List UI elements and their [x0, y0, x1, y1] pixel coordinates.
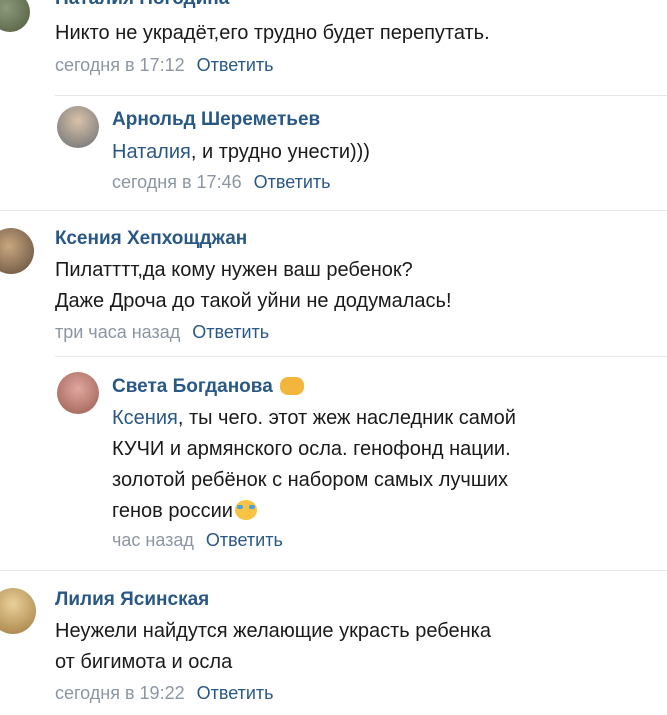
- avatar[interactable]: [57, 372, 99, 414]
- comment-text-line: КУЧИ и армянского осла. генофонд нации.: [112, 438, 511, 460]
- comment-author-name[interactable]: Света Богданова: [112, 376, 273, 397]
- comment-meta: сегодня в 17:46 Ответить: [112, 172, 331, 193]
- comment-time: сегодня в 17:12: [55, 55, 185, 75]
- comment-author[interactable]: Лилия Ясинская: [55, 589, 209, 611]
- reply-button[interactable]: Ответить: [192, 322, 269, 342]
- comment-text: Наталия, и трудно унести))): [112, 137, 370, 168]
- comment-text-line: Неужели найдутся желающие украсть ребенк…: [55, 620, 491, 642]
- comment-text-line: , ты чего. этот жеж наследник самой: [177, 407, 516, 429]
- comment-meta: час назад Ответить: [112, 530, 283, 551]
- comment-author[interactable]: Света Богданова: [112, 376, 305, 398]
- separator: [55, 356, 667, 357]
- comment-text-line: от бигимота и осла: [55, 651, 233, 673]
- comment-time: час назад: [112, 530, 194, 550]
- avatar[interactable]: [57, 106, 99, 148]
- comment-text-line: Пилатттт,да кому нужен ваш ребенок?: [55, 259, 413, 281]
- comment-author[interactable]: Арнольд Шереметьев: [112, 109, 320, 131]
- separator: [55, 95, 667, 96]
- reply-button[interactable]: Ответить: [197, 683, 274, 703]
- comment-text: Неужели найдутся желающие украсть ребенк…: [55, 616, 491, 678]
- reply-button[interactable]: Ответить: [254, 172, 331, 192]
- comment-meta: три часа назад Ответить: [55, 322, 269, 343]
- comment-text-line: генов россии: [112, 500, 233, 522]
- mention-link[interactable]: Ксения: [112, 407, 178, 429]
- avatar[interactable]: [0, 228, 34, 274]
- comment-text: Пилатттт,да кому нужен ваш ребенок? Даже…: [55, 255, 452, 317]
- separator: [0, 210, 667, 211]
- fist-emoji-icon: [280, 377, 305, 395]
- comment-text-line: золотой ребёнок с набором самых лучших: [112, 469, 509, 491]
- comment-text: Ксения, ты чего. этот жеж наследник само…: [112, 403, 516, 527]
- mention-link[interactable]: Наталия: [112, 141, 191, 163]
- reply-button[interactable]: Ответить: [197, 55, 274, 75]
- avatar[interactable]: [0, 0, 30, 32]
- avatar[interactable]: [0, 588, 36, 634]
- comment-text: Никто не украдёт,его трудно будет перепу…: [55, 22, 490, 44]
- reply-button[interactable]: Ответить: [206, 530, 283, 550]
- comment-author[interactable]: Ксения Хепхощджан: [55, 228, 247, 250]
- comment-meta: сегодня в 19:22 Ответить: [55, 683, 274, 704]
- separator: [0, 570, 667, 571]
- comment-text-body: , и трудно унести))): [190, 141, 370, 163]
- laughing-tears-emoji-icon: [234, 500, 257, 520]
- comment-time: сегодня в 17:46: [112, 172, 242, 192]
- comment-text-line: Даже Дроча до такой уйни не додумалась!: [55, 290, 452, 312]
- comment-time: сегодня в 19:22: [55, 683, 185, 703]
- comment-meta: сегодня в 17:12 Ответить: [55, 55, 274, 76]
- comment-time: три часа назад: [55, 322, 181, 342]
- comment-author[interactable]: Наталия Погодина: [55, 0, 229, 10]
